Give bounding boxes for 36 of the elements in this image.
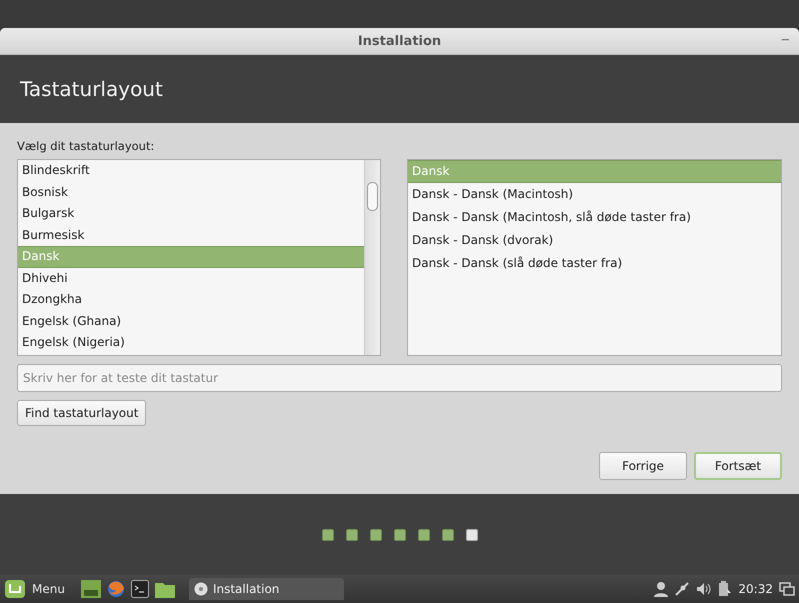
language-item[interactable]: Bosnisk (18, 182, 364, 203)
test-input-field[interactable]: Skriv her for at teste dit tastatur (17, 364, 782, 392)
task-label: Installation (212, 582, 280, 596)
language-item[interactable]: Burmesisk (18, 224, 364, 246)
language-item[interactable]: Bulgarsk (18, 203, 364, 224)
clock[interactable]: 20:32 (738, 582, 773, 596)
scrollbar-thumb[interactable] (367, 182, 378, 211)
network-icon[interactable] (674, 581, 690, 597)
window-title: Installation (358, 34, 442, 48)
menu-button[interactable]: Menu (32, 582, 65, 596)
variant-item[interactable]: Dansk - Dansk (Macintosh) (408, 183, 781, 206)
prompt-label: Vælg dit tastaturlayout: (17, 139, 156, 153)
nav-button[interactable]: Fortsæt (694, 452, 782, 480)
volume-icon[interactable] (696, 582, 712, 596)
menu-logo-icon[interactable] (4, 579, 26, 599)
user-icon[interactable] (654, 581, 668, 597)
folder-icon[interactable] (154, 580, 175, 598)
nav-button[interactable]: Forrige (599, 452, 687, 480)
battery-icon[interactable] (718, 581, 732, 597)
detect-layout-button[interactable]: Find tastaturlayout (17, 400, 146, 426)
terminal-icon[interactable] (130, 580, 149, 598)
language-item[interactable]: Blindeskrift (18, 160, 364, 182)
page-title: Tastaturlayout (20, 77, 163, 101)
minimize-button[interactable]: – (780, 31, 791, 46)
variant-item[interactable]: Dansk - Dansk (slå døde taster fra) (408, 252, 781, 275)
language-item[interactable]: Dhivehi (18, 268, 364, 289)
windows-icon[interactable] (779, 582, 795, 596)
taskbar-window-button[interactable]: Installation (188, 578, 344, 600)
browser-icon[interactable] (106, 580, 125, 598)
language-item[interactable]: Dzongkha (18, 289, 364, 310)
language-item[interactable]: Engelsk (Nigeria) (18, 332, 364, 354)
disc-icon (194, 582, 208, 596)
desktop-icon[interactable] (80, 580, 101, 598)
variant-item[interactable]: Dansk - Dansk (Macintosh, slå døde taster fra) (408, 206, 781, 229)
variant-item[interactable]: Dansk - Dansk (dvorak) (408, 229, 781, 252)
language-item[interactable]: Engelsk (Ghana) (18, 310, 364, 332)
